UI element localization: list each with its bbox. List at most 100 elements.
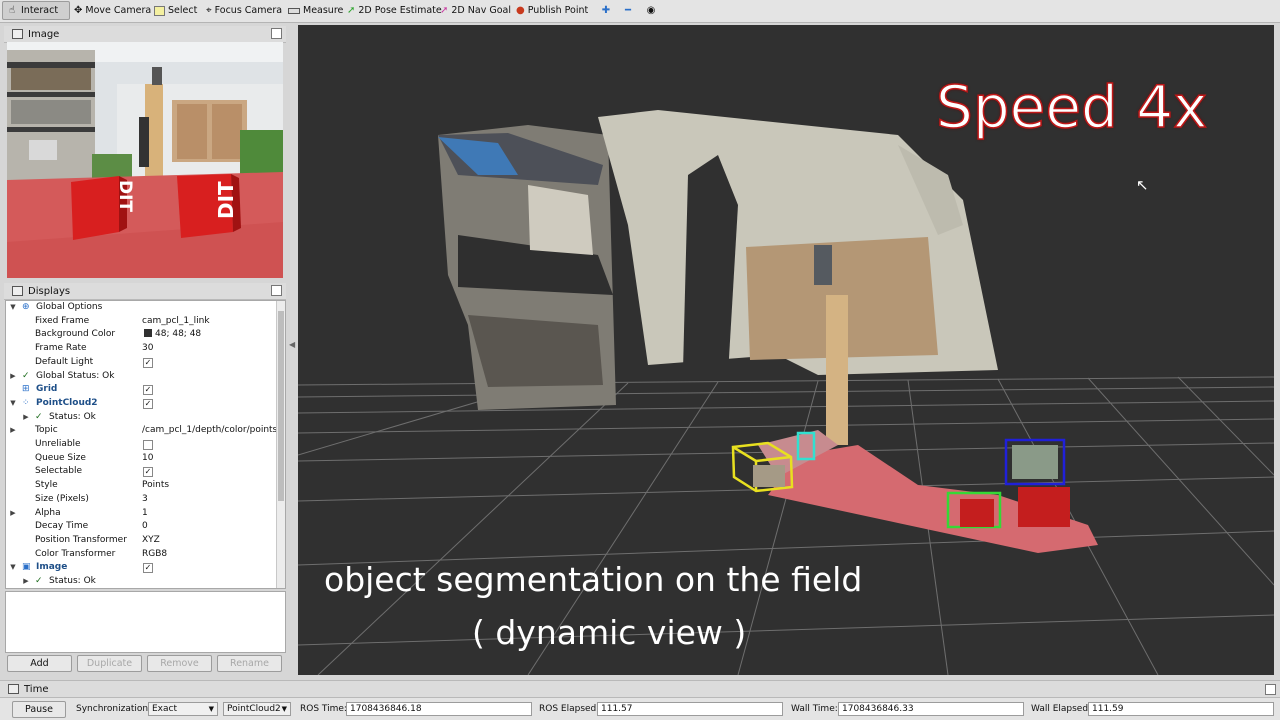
pause-button[interactable]: Pause bbox=[12, 701, 66, 718]
expand-arrow-icon[interactable]: ▶ bbox=[9, 424, 17, 438]
tree-row-background-color[interactable]: Background Color 48; 48; 48 bbox=[6, 328, 277, 342]
caption-line-1: object segmentation on the field bbox=[324, 560, 863, 599]
pointcloud2-enable-checkbox[interactable]: ✓ bbox=[143, 398, 153, 409]
measure-tool-button[interactable]: Measure bbox=[285, 1, 343, 20]
grid-icon: ⊞ bbox=[22, 384, 30, 395]
ros-time-field[interactable]: 1708436846.18 bbox=[346, 702, 532, 716]
collapse-arrow-icon[interactable]: ▼ bbox=[9, 301, 17, 315]
panel-icon bbox=[12, 29, 23, 39]
tree-row-color-transformer[interactable]: Color Transformer RGB8 bbox=[6, 548, 277, 562]
camera-image bbox=[7, 42, 283, 278]
maximize-panel-button[interactable] bbox=[271, 28, 282, 39]
hand-cursor-icon: ☝ bbox=[8, 5, 16, 16]
scrollbar-thumb[interactable] bbox=[278, 311, 284, 501]
displays-tree: ▼ ⊕ Global Options Fixed Frame cam_pcl_1… bbox=[5, 300, 286, 589]
interact-tool-button[interactable]: ☝ Interact bbox=[2, 1, 70, 20]
tree-row-queue-size[interactable]: Queue Size 10 bbox=[6, 452, 277, 466]
wall-elapsed-field[interactable]: 111.59 bbox=[1088, 702, 1274, 716]
tool-properties-button[interactable]: ◉ bbox=[642, 1, 660, 20]
tree-row-global-status[interactable]: ▶ ✓ Global Status: Ok bbox=[6, 370, 277, 384]
grid-enable-checkbox[interactable]: ✓ bbox=[143, 385, 153, 396]
cube-label-right: DIT bbox=[214, 181, 238, 219]
pink-arrow-icon: ➚ bbox=[440, 5, 449, 16]
panel-icon bbox=[12, 286, 23, 296]
tree-row-default-light[interactable]: Default Light ✓ bbox=[6, 356, 277, 370]
tree-row-position-transformer[interactable]: Position Transformer XYZ bbox=[6, 534, 277, 548]
image-enable-checkbox[interactable]: ✓ bbox=[143, 563, 153, 574]
caption-line-2: ( dynamic view ) bbox=[472, 613, 747, 652]
unreliable-checkbox[interactable] bbox=[143, 440, 153, 450]
tree-row-grid[interactable]: ⊞ Grid ✓ bbox=[6, 383, 277, 397]
expand-arrow-icon[interactable]: ▶ bbox=[9, 507, 17, 521]
tree-row-fixed-frame[interactable]: Fixed Frame cam_pcl_1_link bbox=[6, 315, 277, 329]
color-swatch bbox=[144, 328, 152, 342]
move-camera-tool-button[interactable]: ✥ Move Camera bbox=[71, 1, 151, 20]
maximize-panel-button[interactable] bbox=[271, 285, 282, 296]
map-pin-icon: ● bbox=[516, 5, 525, 16]
camera-eye-icon: ◉ bbox=[646, 5, 656, 16]
remove-tool-button[interactable]: ━ bbox=[620, 1, 636, 20]
time-status-bar: Pause Synchronization: Exact ▼ PointClou… bbox=[0, 698, 1280, 720]
add-tool-button[interactable]: ✚ bbox=[598, 1, 614, 20]
expand-arrow-icon[interactable]: ▶ bbox=[22, 411, 30, 425]
image-panel-title: Image bbox=[4, 26, 286, 43]
check-icon: ✓ bbox=[35, 411, 43, 422]
speed-overlay-label: Speed 4x bbox=[935, 72, 1208, 142]
tree-row-unreliable[interactable]: Unreliable bbox=[6, 438, 277, 452]
tree-row-style[interactable]: Style Points bbox=[6, 479, 277, 493]
camera-image-view: DIT DIT bbox=[7, 42, 283, 278]
check-icon: ✓ bbox=[22, 370, 30, 381]
ground-grid bbox=[298, 376, 1274, 675]
chevron-down-icon: ▼ bbox=[208, 705, 214, 713]
tree-row-decay-time[interactable]: Decay Time 0 bbox=[6, 520, 277, 534]
ros-elapsed-field[interactable]: 111.57 bbox=[597, 702, 783, 716]
2d-pose-estimate-tool-button[interactable]: ➚ 2D Pose Estimate bbox=[344, 1, 442, 20]
tree-row-topic[interactable]: ▶ Topic /cam_pcl_1/depth/color/points bbox=[6, 424, 277, 438]
selectable-checkbox[interactable]: ✓ bbox=[143, 467, 153, 478]
rename-display-button[interactable]: Rename bbox=[217, 655, 282, 672]
add-display-button[interactable]: Add bbox=[7, 655, 72, 672]
select-box-icon bbox=[154, 5, 165, 17]
move-arrows-icon: ✥ bbox=[74, 5, 83, 16]
mouse-cursor-icon: ↖ bbox=[1136, 176, 1149, 194]
check-icon: ✓ bbox=[35, 576, 43, 586]
collapse-arrow-icon[interactable]: ▼ bbox=[9, 561, 17, 575]
green-arrow-icon: ➚ bbox=[347, 5, 356, 16]
globe-icon: ⊕ bbox=[22, 302, 30, 312]
image-icon: ▣ bbox=[22, 562, 31, 573]
remove-display-button[interactable]: Remove bbox=[147, 655, 212, 672]
3d-render-view[interactable]: ↖ Speed 4x object segmentation on the fi… bbox=[298, 25, 1274, 675]
minus-icon: ━ bbox=[624, 5, 632, 16]
wall-time-field[interactable]: 1708436846.33 bbox=[838, 702, 1024, 716]
sync-source-select[interactable]: PointCloud2 ▼ bbox=[223, 702, 291, 716]
tree-row-pointcloud-status[interactable]: ▶ ✓ Status: Ok bbox=[6, 411, 277, 425]
cube-label-left: DIT bbox=[115, 180, 135, 213]
tree-row-image-status[interactable]: ▶ ✓ Status: Ok bbox=[6, 575, 277, 588]
property-description-box bbox=[5, 591, 286, 653]
tree-row-image[interactable]: ▼ ▣ Image ✓ bbox=[6, 561, 277, 575]
default-light-checkbox[interactable]: ✓ bbox=[143, 357, 153, 368]
collapse-arrow-icon[interactable]: ▶ bbox=[9, 370, 17, 384]
time-panel-title: Time bbox=[0, 680, 1280, 698]
tree-row-frame-rate[interactable]: Frame Rate 30 bbox=[6, 342, 277, 356]
publish-point-tool-button[interactable]: ● Publish Point bbox=[513, 1, 588, 20]
ruler-icon bbox=[288, 5, 300, 17]
select-tool-button[interactable]: Select bbox=[151, 1, 197, 20]
synchronization-select[interactable]: Exact ▼ bbox=[148, 702, 218, 716]
displays-scrollbar[interactable] bbox=[276, 301, 285, 588]
tree-row-size-pixels[interactable]: Size (Pixels) 3 bbox=[6, 493, 277, 507]
collapse-arrow-icon[interactable]: ▼ bbox=[9, 397, 17, 411]
focus-camera-tool-button[interactable]: ⌖ Focus Camera bbox=[203, 1, 282, 20]
duplicate-display-button[interactable]: Duplicate bbox=[77, 655, 142, 672]
maximize-panel-button[interactable] bbox=[1265, 684, 1276, 695]
2d-nav-goal-tool-button[interactable]: ➚ 2D Nav Goal bbox=[437, 1, 511, 20]
focus-target-icon: ⌖ bbox=[206, 5, 212, 16]
tree-row-global-options[interactable]: ▼ ⊕ Global Options bbox=[6, 301, 277, 315]
tree-row-selectable[interactable]: Selectable ✓ bbox=[6, 465, 277, 479]
tree-row-alpha[interactable]: ▶ Alpha 1 bbox=[6, 507, 277, 521]
displays-panel-title: Displays bbox=[4, 283, 286, 300]
tree-row-pointcloud2[interactable]: ▼ ⁘ PointCloud2 ✓ bbox=[6, 397, 277, 411]
plus-icon: ✚ bbox=[601, 5, 611, 16]
collapse-panel-arrow-icon[interactable]: ◀ bbox=[289, 340, 295, 349]
expand-arrow-icon[interactable]: ▶ bbox=[22, 575, 30, 588]
